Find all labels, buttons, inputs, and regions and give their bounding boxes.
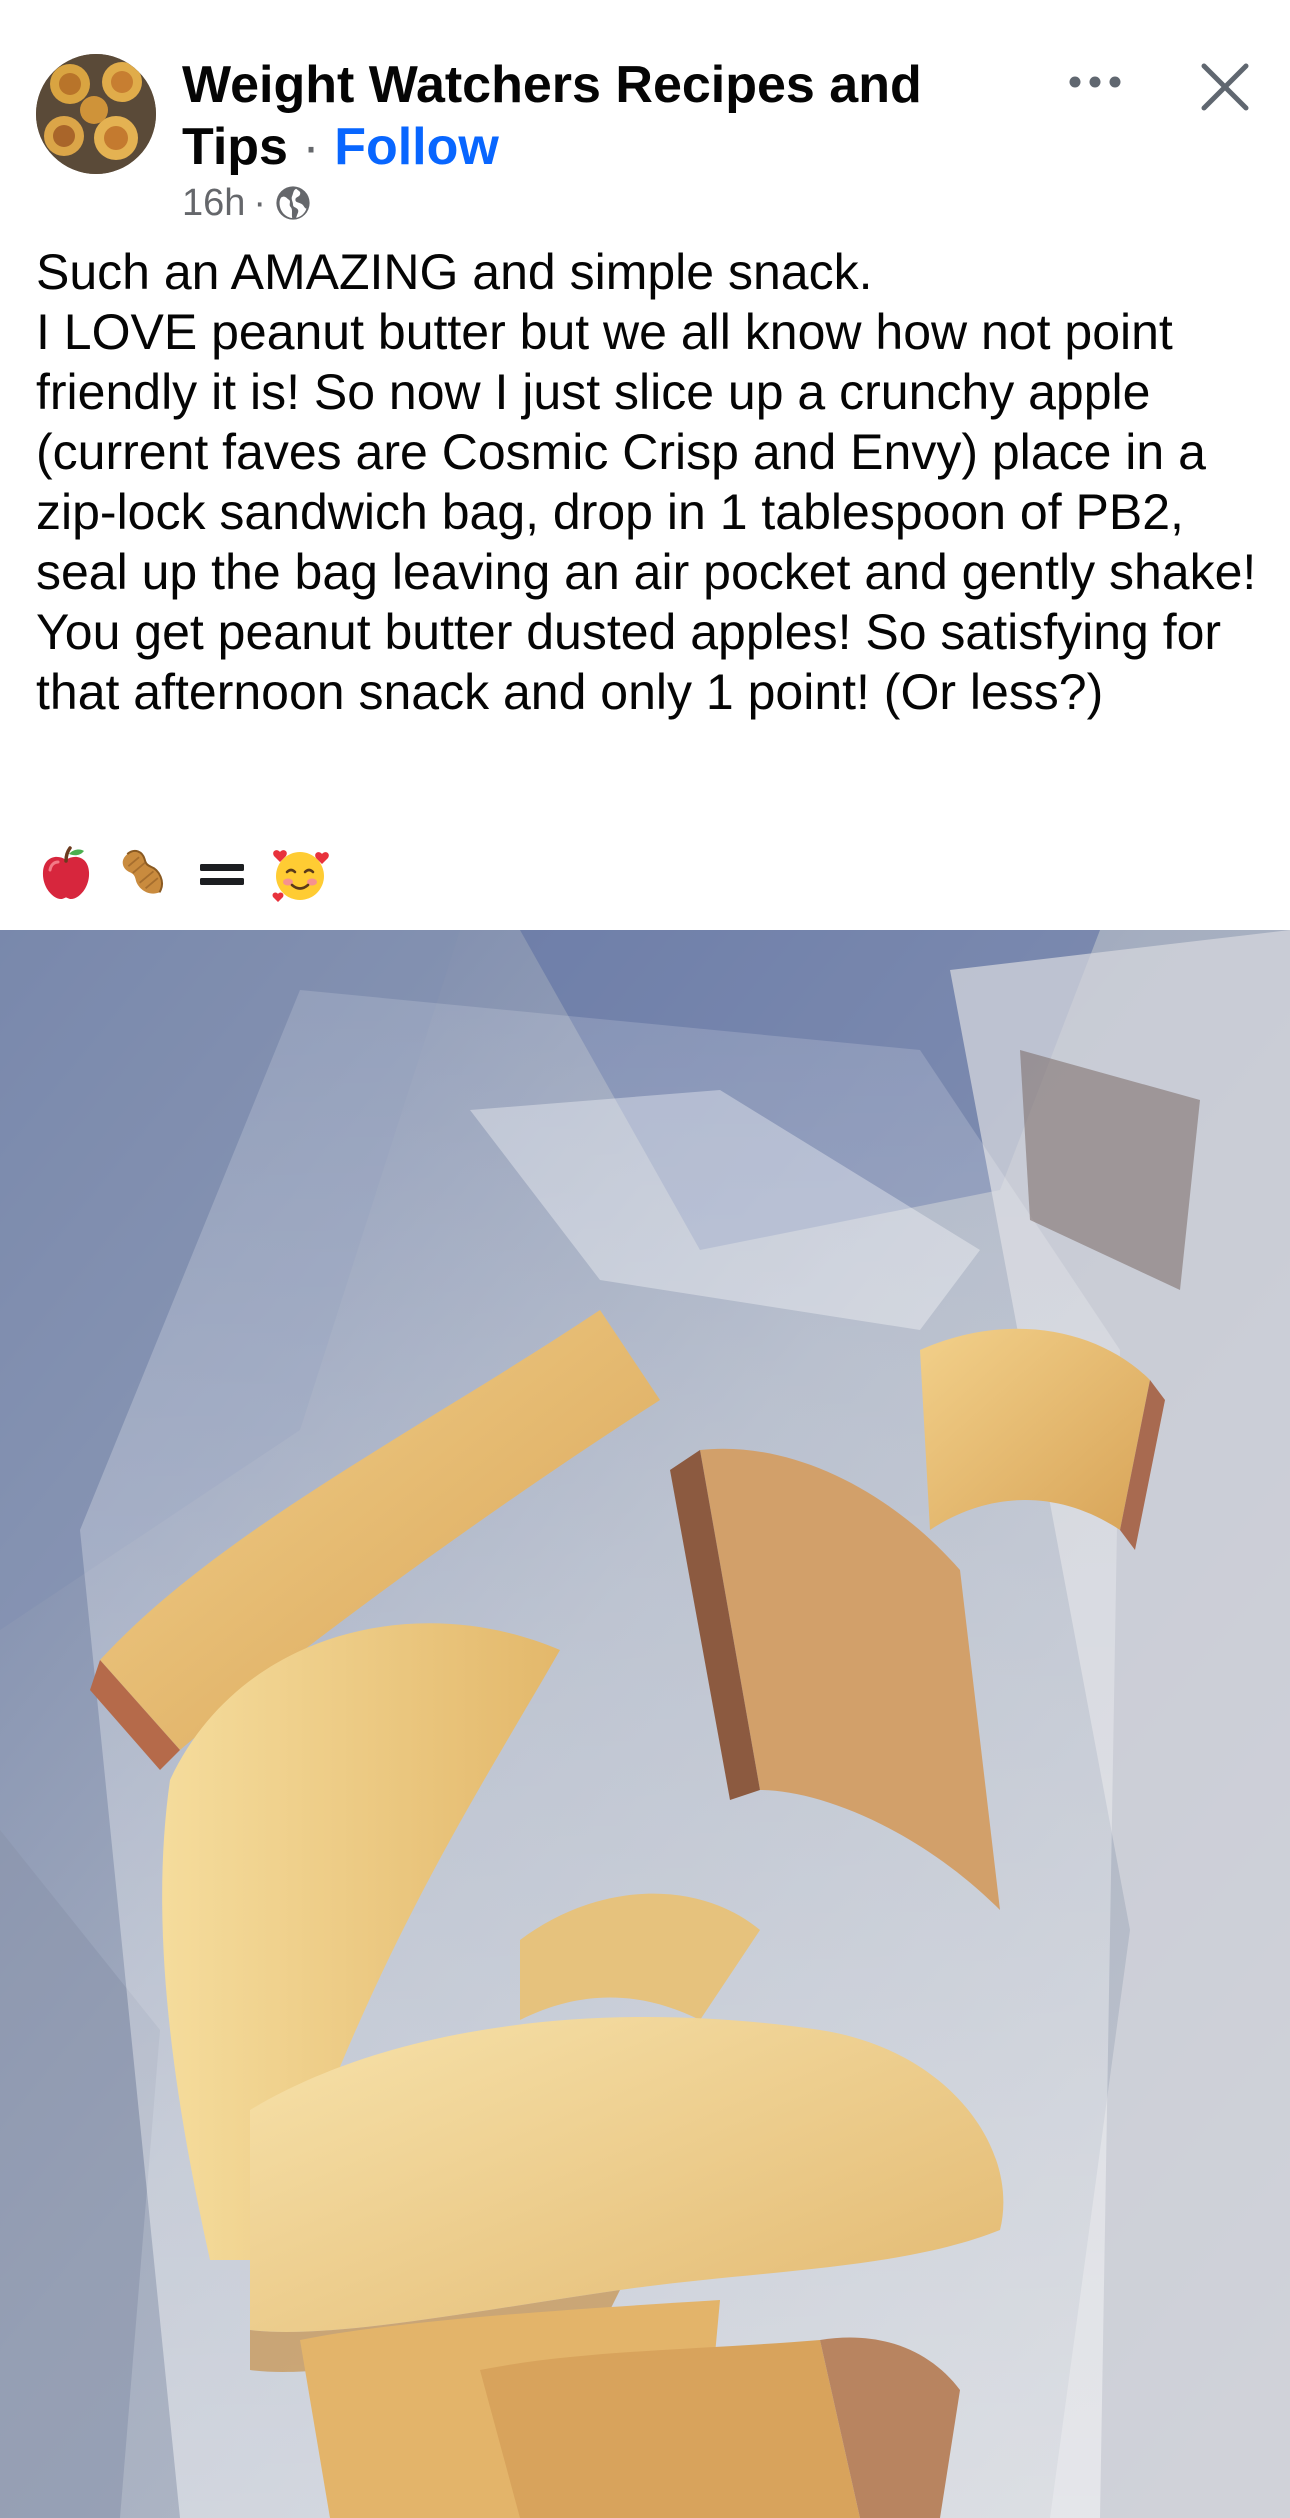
more-options-button[interactable] <box>1060 52 1130 112</box>
emoji-row <box>36 842 330 906</box>
close-icon <box>1201 63 1249 111</box>
page-name-link[interactable]: Weight Watchers Recipes and Tips <box>182 56 922 176</box>
post-timestamp[interactable]: 16h <box>182 182 245 225</box>
post-author-line: Weight Watchers Recipes and Tips · Follo… <box>182 54 1002 178</box>
more-horizontal-icon <box>1069 76 1121 88</box>
post-header: Weight Watchers Recipes and Tips · Follo… <box>0 0 1290 224</box>
post-text-line: You get peanut butter dusted apples! So … <box>36 604 1222 720</box>
follow-button[interactable]: Follow <box>334 118 499 176</box>
post-meta: 16h · <box>182 180 312 226</box>
equals-emoji <box>192 844 252 904</box>
page-avatar[interactable] <box>36 54 156 174</box>
name-dot-separator: · <box>302 118 320 176</box>
red-apple-emoji <box>36 844 96 904</box>
peanuts-emoji <box>114 844 174 904</box>
post-body-text: Such an AMAZING and simple snack. I LOVE… <box>36 242 1266 722</box>
globe-icon <box>274 184 312 222</box>
close-button[interactable] <box>1190 52 1260 122</box>
smiling-face-with-hearts-emoji <box>270 844 330 904</box>
post-text-line: Such an AMAZING and simple snack. <box>36 244 873 300</box>
post-photo[interactable] <box>0 930 1290 2518</box>
post-text-line: I LOVE peanut butter but we all know how… <box>36 304 1257 600</box>
meta-separator: · <box>253 181 267 224</box>
